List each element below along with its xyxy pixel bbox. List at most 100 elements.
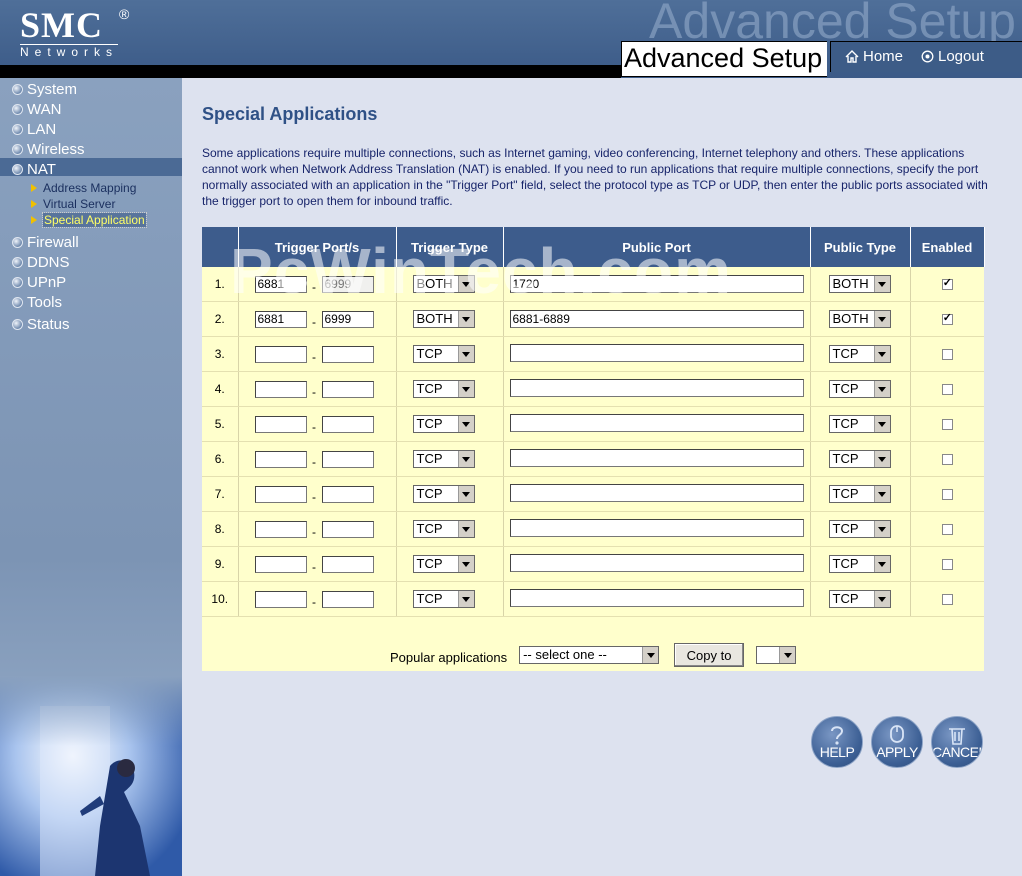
trigger-port-to-input[interactable] (321, 450, 374, 468)
enabled-checkbox[interactable] (941, 594, 953, 606)
trigger-type-select[interactable]: TCP (412, 415, 475, 433)
trigger-port-from-input[interactable] (254, 380, 307, 398)
bullet-icon (12, 123, 23, 135)
public-type-select[interactable]: TCP (828, 345, 891, 363)
trigger-port-to-input[interactable] (321, 345, 374, 363)
logout-link[interactable]: Logout (921, 48, 984, 65)
public-port-input[interactable] (509, 378, 804, 397)
trigger-port-to-input[interactable] (321, 485, 374, 503)
public-type-select[interactable]: TCP (828, 520, 891, 538)
public-port-input[interactable] (509, 518, 804, 537)
sidebar-subitem-special-application[interactable]: Special Application (31, 212, 147, 228)
table-row: 6. - TCP TCP (202, 441, 984, 477)
enabled-checkbox[interactable] (941, 276, 953, 291)
trigger-port-from-input[interactable] (254, 520, 307, 538)
public-port-input[interactable] (509, 448, 804, 467)
trigger-type-select[interactable]: TCP (412, 345, 475, 363)
public-type-select[interactable]: TCP (828, 485, 891, 503)
trigger-port-from-input[interactable] (254, 590, 307, 608)
sidebar-item-wireless[interactable]: Wireless (12, 140, 85, 158)
enabled-checkbox[interactable] (941, 349, 953, 361)
sidebar-item-wan[interactable]: WAN (12, 100, 61, 118)
trigger-type-select[interactable]: TCP (412, 450, 475, 468)
trigger-port-from-input[interactable] (254, 485, 307, 503)
chevron-down-icon (457, 486, 474, 502)
sidebar-item-lan[interactable]: LAN (12, 120, 56, 138)
public-type-select[interactable]: TCP (828, 590, 891, 608)
trigger-type-value: TCP (416, 591, 443, 606)
public-port-input[interactable] (509, 553, 804, 572)
sidebar-item-status[interactable]: Status (12, 315, 70, 333)
table-row: 5. - TCP TCP (202, 406, 984, 442)
public-type-select[interactable]: TCP (828, 415, 891, 433)
enabled-checkbox[interactable] (941, 559, 953, 571)
sidebar-subitem-virtual-server[interactable]: Virtual Server (31, 197, 115, 211)
trigger-type-select[interactable]: TCP (412, 590, 475, 608)
public-port-cell: 1720 (503, 267, 811, 302)
public-port-cell (503, 406, 811, 442)
trigger-port-from-input[interactable] (254, 555, 307, 573)
public-type-select[interactable]: TCP (828, 380, 891, 398)
trigger-port-to-input[interactable] (321, 590, 374, 608)
trigger-port-from-input[interactable] (254, 415, 307, 433)
trigger-port-from-input[interactable] (254, 450, 307, 468)
sidebar-item-nat[interactable]: NAT (12, 160, 56, 178)
public-type-select[interactable]: BOTH (828, 275, 891, 293)
sidebar-item-ddns[interactable]: DDNS (12, 253, 70, 271)
chevron-down-icon (873, 276, 890, 292)
enabled-checkbox[interactable] (941, 419, 953, 431)
page-header-title: Advanced Setup (621, 41, 827, 77)
sidebar-subitem-address-mapping[interactable]: Address Mapping (31, 181, 136, 195)
trigger-port-to-input[interactable]: 6999 (321, 275, 374, 293)
public-type-select[interactable]: BOTH (828, 310, 891, 328)
enabled-checkbox[interactable] (941, 489, 953, 501)
public-port-input[interactable] (509, 343, 804, 362)
enabled-checkbox[interactable] (941, 524, 953, 536)
trigger-type-select[interactable]: BOTH (412, 275, 475, 293)
row-number: 2. (202, 301, 239, 337)
trigger-port-to-input[interactable] (321, 380, 374, 398)
trigger-type-select[interactable]: BOTH (412, 310, 475, 328)
public-port-cell (503, 511, 811, 547)
public-type-select[interactable]: TCP (828, 555, 891, 573)
public-type-select[interactable]: TCP (828, 450, 891, 468)
public-port-input[interactable] (509, 588, 804, 607)
trigger-port-from-input[interactable]: 6881 (254, 275, 307, 293)
enabled-checkbox[interactable] (941, 311, 953, 326)
cancel-button[interactable]: CANCEL (931, 716, 983, 768)
chevron-down-icon (873, 451, 890, 467)
popular-apps-select[interactable]: -- select one -- (519, 646, 660, 664)
home-link[interactable]: Home (845, 48, 903, 65)
trigger-port-to-input[interactable] (321, 415, 374, 433)
sidebar-item-label: Tools (27, 293, 63, 311)
public-port-input[interactable] (509, 413, 804, 432)
sidebar-item-system[interactable]: System (12, 80, 77, 98)
trigger-port-to-input[interactable] (321, 520, 374, 538)
trigger-port-to-input[interactable] (321, 555, 374, 573)
row-number: 8. (202, 511, 239, 547)
help-button[interactable]: HELP (811, 716, 863, 768)
enabled-checkbox[interactable] (941, 384, 953, 396)
enabled-checkbox[interactable] (941, 454, 953, 466)
trigger-type-select[interactable]: TCP (412, 555, 475, 573)
sidebar-item-tools[interactable]: Tools (12, 293, 62, 311)
public-port-input[interactable] (509, 483, 804, 502)
trigger-type-select[interactable]: TCP (412, 380, 475, 398)
public-port-input[interactable]: 1720 (509, 275, 804, 293)
apply-button[interactable]: APPLY (871, 716, 923, 768)
copy-target-select[interactable] (756, 646, 797, 664)
col-header-public-type: Public Type (810, 227, 911, 267)
sidebar-item-upnp[interactable]: UPnP (12, 273, 66, 291)
trigger-port-to-input[interactable]: 6999 (321, 310, 374, 328)
trigger-type-select[interactable]: TCP (412, 485, 475, 503)
sidebar-item-firewall[interactable]: Firewall (12, 233, 79, 251)
table-row: 3. - TCP TCP (202, 336, 984, 372)
public-port-input[interactable]: 6881-6889 (509, 310, 804, 328)
table-row: 7. - TCP TCP (202, 476, 984, 512)
chevron-down-icon (873, 556, 890, 572)
trigger-type-select[interactable]: TCP (412, 520, 475, 538)
copy-to-button[interactable]: Copy to (674, 643, 745, 667)
trigger-port-from-input[interactable]: 6881 (254, 310, 307, 328)
trigger-port-from-input[interactable] (254, 345, 307, 363)
logo-subtitle: Networks (20, 44, 119, 59)
